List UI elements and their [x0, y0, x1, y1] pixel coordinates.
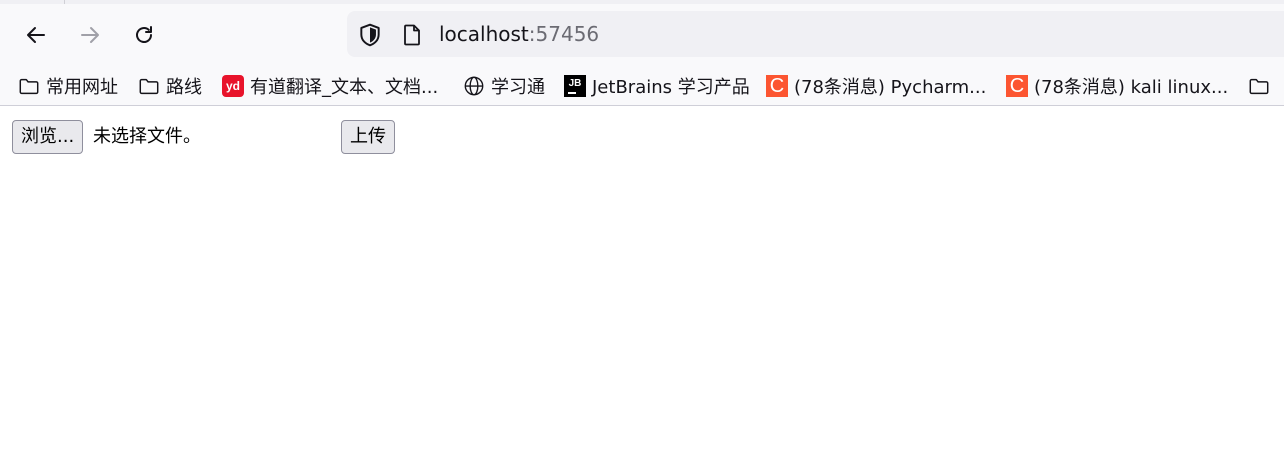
url-text[interactable]: localhost:57456	[439, 21, 599, 47]
url-port: :57456	[528, 22, 600, 46]
bookmark-label: 学习通	[491, 77, 545, 98]
bookmark-folder-routes[interactable]: 路线	[138, 72, 202, 100]
file-status-text: 未选择文件。	[93, 126, 201, 147]
globe-icon	[463, 75, 485, 97]
bookmarks-toolbar: 常用网址 路线 yd 有道翻译_文本、文档... 学习通 JB JetBrain…	[0, 68, 1284, 106]
jetbrains-icon: JB	[564, 75, 586, 97]
bookmark-label: JetBrains 学习产品	[592, 77, 750, 98]
bookmark-label: 路线	[166, 77, 202, 98]
browse-file-button[interactable]: 浏览...	[12, 120, 84, 154]
bookmark-label: 常用网址	[46, 77, 118, 98]
folder-icon	[18, 75, 40, 97]
back-button[interactable]	[20, 19, 52, 51]
reload-icon	[136, 26, 152, 43]
bookmark-csdn-kali[interactable]: C (78条消息) kali linux...	[1006, 72, 1228, 100]
bookmark-csdn-pycharm[interactable]: C (78条消息) Pycharm...	[766, 72, 986, 100]
tracking-protection-shield-icon[interactable]	[357, 22, 383, 48]
folder-icon	[1248, 75, 1270, 97]
bookmark-xuexitong[interactable]: 学习通	[463, 72, 545, 100]
tab-divider	[64, 0, 65, 4]
youdao-icon: yd	[222, 75, 244, 97]
folder-icon	[138, 75, 160, 97]
forward-button[interactable]	[74, 19, 106, 51]
csdn-icon: C	[766, 75, 788, 97]
arrow-right-icon	[81, 27, 99, 43]
bookmark-folder-overflow[interactable]	[1248, 72, 1276, 100]
bookmark-label: (78条消息) Pycharm...	[794, 77, 987, 98]
upload-button[interactable]: 上传	[341, 120, 395, 154]
reload-button[interactable]	[128, 19, 160, 51]
jetbrains-icon-text: JB	[568, 78, 582, 89]
jetbrains-icon-bar	[568, 92, 576, 94]
bookmark-youdao[interactable]: yd 有道翻译_文本、文档...	[222, 72, 438, 100]
page-content: 浏览... 未选择文件。 上传	[0, 106, 1284, 476]
bookmark-label: (78条消息) kali linux...	[1034, 77, 1229, 98]
bookmark-folder-common-sites[interactable]: 常用网址	[18, 72, 118, 100]
bookmark-jetbrains[interactable]: JB JetBrains 学习产品	[564, 72, 750, 100]
csdn-icon: C	[1006, 75, 1028, 97]
tab-strip	[0, 0, 1284, 4]
url-host: localhost	[439, 22, 529, 46]
bookmark-label: 有道翻译_文本、文档...	[250, 77, 439, 98]
page-info-icon[interactable]	[400, 22, 424, 48]
arrow-left-icon	[27, 27, 45, 43]
browser-toolbar: localhost:57456	[0, 0, 1284, 68]
